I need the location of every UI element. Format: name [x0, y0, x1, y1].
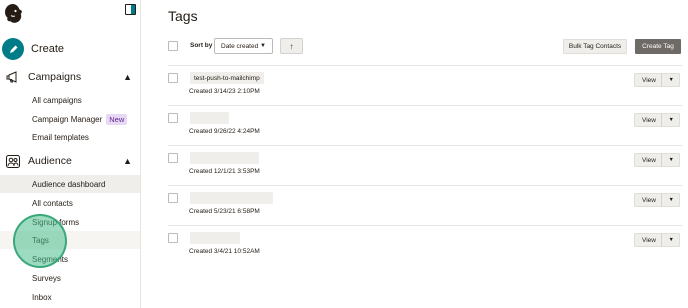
row-checkbox[interactable] — [168, 73, 178, 83]
divider — [661, 74, 662, 86]
create-nav[interactable]: Create — [2, 36, 64, 62]
sort-direction-button[interactable]: ↑ — [280, 38, 303, 54]
tag-row: Created 3/4/21 10:52AM View ▼ — [168, 225, 682, 265]
mailchimp-logo-icon[interactable] — [2, 2, 24, 24]
main-content: Tags Sort by Date created ▼ ↑ Bulk Tag C… — [141, 0, 688, 308]
view-button[interactable]: View ▼ — [634, 233, 680, 247]
view-button[interactable]: View ▼ — [634, 153, 680, 167]
bulk-tag-contacts-button[interactable]: Bulk Tag Contacts — [563, 39, 627, 54]
row-checkbox[interactable] — [168, 113, 178, 123]
nav-label: Signup forms — [32, 217, 80, 227]
audience-section-toggle[interactable]: Audience ▲ — [6, 153, 136, 169]
sidebar-item-campaign-manager[interactable]: Campaign Manager New — [0, 110, 140, 128]
campaigns-section-toggle[interactable]: Campaigns ▲ — [6, 69, 136, 85]
sidebar: Create Campaigns ▲ All campaigns Campaig… — [0, 0, 141, 308]
sidebar-item-surveys[interactable]: Surveys — [0, 269, 140, 287]
campaigns-label: Campaigns — [28, 71, 82, 83]
create-label: Create — [31, 43, 65, 55]
sidebar-item-email-templates[interactable]: Email templates — [0, 128, 140, 146]
select-all-checkbox[interactable] — [168, 41, 178, 51]
audience-label: Audience — [28, 155, 72, 167]
row-checkbox[interactable] — [168, 153, 178, 163]
chevron-down-icon[interactable]: ▼ — [669, 237, 674, 243]
chevron-down-icon[interactable]: ▼ — [669, 117, 674, 123]
tag-created-date: Created 3/14/23 2:10PM — [189, 88, 260, 95]
divider — [661, 234, 662, 246]
tag-name[interactable] — [190, 152, 259, 164]
arrow-up-icon: ↑ — [289, 41, 294, 51]
divider — [661, 114, 662, 126]
sort-value: Date created — [221, 42, 259, 50]
chevron-down-icon[interactable]: ▼ — [669, 157, 674, 163]
people-icon — [6, 154, 20, 168]
sidebar-item-all-campaigns[interactable]: All campaigns — [0, 91, 140, 109]
sidebar-item-signup-forms[interactable]: Signup forms — [0, 213, 140, 231]
chevron-down-icon[interactable]: ▼ — [669, 77, 674, 83]
tag-created-date: Created 5/23/21 6:58PM — [189, 208, 260, 215]
nav-label: All campaigns — [32, 95, 82, 105]
new-badge: New — [106, 113, 128, 125]
chevron-up-icon: ▲ — [123, 156, 132, 166]
nav-label: Tags — [32, 235, 49, 245]
nav-label: Inbox — [32, 292, 52, 302]
sidebar-collapse-icon[interactable] — [125, 4, 136, 15]
chevron-down-icon: ▼ — [260, 43, 266, 49]
sort-by-label: Sort by — [190, 42, 213, 49]
tag-name[interactable] — [190, 192, 273, 204]
pencil-icon — [2, 38, 24, 60]
sidebar-item-tags[interactable]: Tags — [0, 231, 140, 249]
page-title: Tags — [168, 8, 198, 24]
view-label: View — [642, 196, 656, 204]
view-button[interactable]: View ▼ — [634, 113, 680, 127]
view-label: View — [642, 116, 656, 124]
divider — [661, 154, 662, 166]
nav-label: Campaign Manager — [32, 114, 103, 124]
view-label: View — [642, 236, 656, 244]
tag-row: test-push-to-mailchimp Created 3/14/23 2… — [168, 65, 682, 105]
divider — [661, 194, 662, 206]
row-checkbox[interactable] — [168, 233, 178, 243]
row-checkbox[interactable] — [168, 193, 178, 203]
sidebar-item-audience-dashboard[interactable]: Audience dashboard — [0, 175, 140, 193]
view-label: View — [642, 156, 656, 164]
sidebar-item-inbox[interactable]: Inbox — [0, 288, 140, 306]
create-tag-button[interactable]: Create Tag — [635, 39, 681, 54]
nav-label: Audience dashboard — [32, 179, 106, 189]
tag-row: Created 9/26/22 4:24PM View ▼ — [168, 105, 682, 145]
sidebar-item-all-contacts[interactable]: All contacts — [0, 194, 140, 212]
tag-name[interactable] — [190, 112, 229, 124]
nav-label: Email templates — [32, 132, 89, 142]
view-label: View — [642, 76, 656, 84]
tag-row: Created 12/1/21 3:53PM View ▼ — [168, 145, 682, 185]
tags-toolbar: Sort by Date created ▼ ↑ Bulk Tag Contac… — [168, 38, 682, 56]
tag-row: Created 5/23/21 6:58PM View ▼ — [168, 185, 682, 225]
sort-select[interactable]: Date created ▼ — [214, 38, 273, 54]
tag-name[interactable]: test-push-to-mailchimp — [190, 72, 264, 84]
view-button[interactable]: View ▼ — [634, 193, 680, 207]
tag-created-date: Created 9/26/22 4:24PM — [189, 128, 260, 135]
tag-name[interactable] — [190, 232, 240, 244]
nav-label: All contacts — [32, 198, 73, 208]
sidebar-item-segments[interactable]: Segments — [0, 250, 140, 268]
megaphone-icon — [6, 71, 17, 83]
chevron-down-icon[interactable]: ▼ — [669, 197, 674, 203]
nav-label: Surveys — [32, 273, 61, 283]
tag-created-date: Created 3/4/21 10:52AM — [189, 248, 260, 255]
tag-created-date: Created 12/1/21 3:53PM — [189, 168, 260, 175]
nav-label: Segments — [32, 254, 69, 264]
view-button[interactable]: View ▼ — [634, 73, 680, 87]
chevron-up-icon: ▲ — [123, 72, 132, 82]
